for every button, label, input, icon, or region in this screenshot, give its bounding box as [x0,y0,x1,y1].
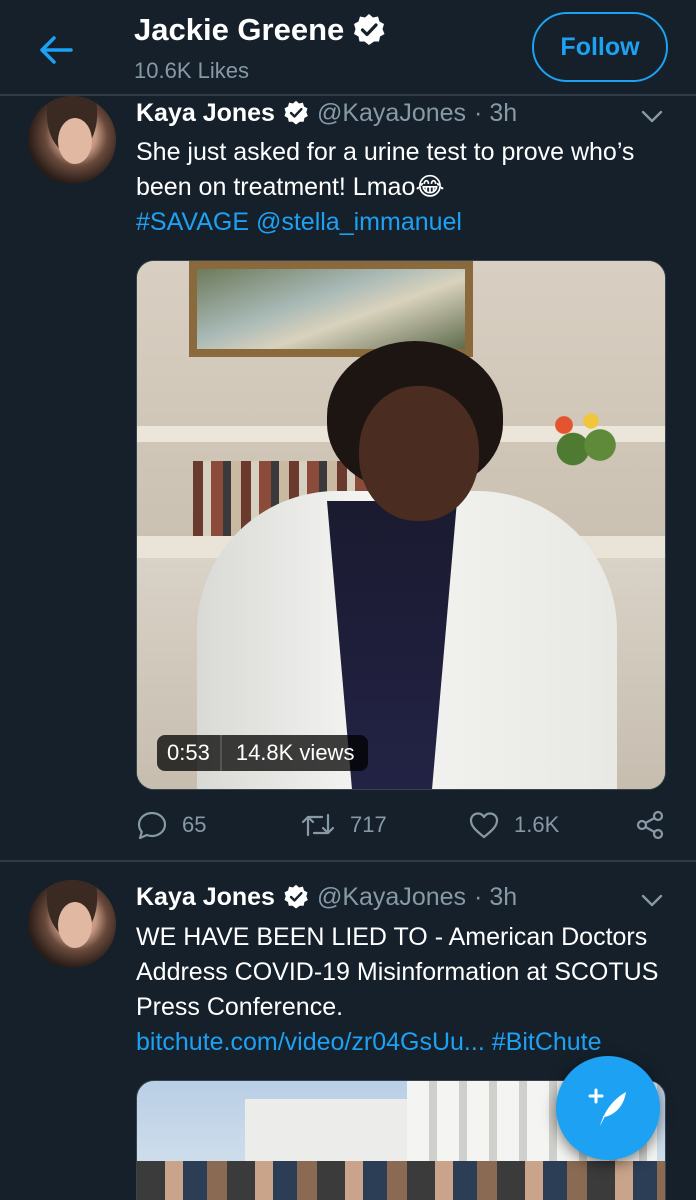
reply-count: 65 [182,812,207,837]
video-duration: 0:53 [157,735,222,771]
profile-header: Jackie Greene 10.6K Likes Follow [0,0,696,96]
tweet-text: She just asked for a urine test to prove… [136,135,676,240]
tweet-text: WE HAVE BEEN LIED TO - American Doctors … [136,920,676,1060]
mention-link[interactable]: @stella_immanuel [256,208,462,236]
hashtag-link[interactable]: #BitChute [492,1028,602,1056]
tweet-time: · 3h [474,882,518,911]
tweet-1[interactable]: Kaya Jones @KayaJones · 3h She just aske… [0,0,696,860]
tweet-actions: 65 717 1.6K [136,805,676,845]
profile-title: Jackie Greene [134,12,386,48]
tweet-body: WE HAVE BEEN LIED TO - American Doctors … [136,923,659,1021]
retweet-count: 717 [350,812,387,837]
retweet-icon [301,813,335,837]
share-button[interactable] [634,805,666,845]
hashtag-link[interactable]: #SAVAGE [136,208,249,236]
like-count: 1.6K [514,812,560,837]
like-button[interactable]: 1.6K [468,805,559,845]
video-player[interactable]: 0:53 14.8K views [136,260,666,790]
tweet-header: Kaya Jones @KayaJones · 3h [136,96,517,130]
verified-badge-icon [352,13,386,47]
compose-tweet-button[interactable] [556,1056,660,1160]
verified-badge-icon [283,884,309,910]
author-handle: @KayaJones [316,98,467,127]
compose-tweet-icon [588,1088,626,1126]
back-button[interactable] [36,30,76,70]
author-name[interactable]: Kaya Jones [136,883,275,912]
tweet-time: · 3h [474,98,518,127]
video-views: 14.8K views [235,740,355,765]
retweet-button[interactable]: 717 [300,805,387,845]
profile-name: Jackie Greene [134,12,345,47]
heart-icon [469,812,499,839]
avatar[interactable] [28,96,116,184]
reply-button[interactable]: 65 [136,805,206,845]
external-link[interactable]: bitchute.com/video/zr04GsUu... [136,1028,485,1056]
chevron-down-icon[interactable] [640,888,664,912]
likes-count: 10.6K Likes [134,58,249,83]
video-info-badge: 0:53 14.8K views [157,735,369,771]
tweet-header: Kaya Jones @KayaJones · 3h [136,880,517,914]
chevron-down-icon[interactable] [640,104,664,128]
crowd [137,1161,665,1200]
tweet-body: She just asked for a urine test to prove… [136,138,635,201]
flowers [537,401,627,481]
follow-button[interactable]: Follow [532,12,668,82]
speaker-face [359,386,479,521]
avatar[interactable] [28,880,116,968]
reply-icon [137,811,167,840]
arrow-left-icon [40,36,73,64]
author-name[interactable]: Kaya Jones [136,99,275,128]
verified-badge-icon [283,100,309,126]
author-handle: @KayaJones [316,882,467,911]
share-icon [636,810,664,840]
